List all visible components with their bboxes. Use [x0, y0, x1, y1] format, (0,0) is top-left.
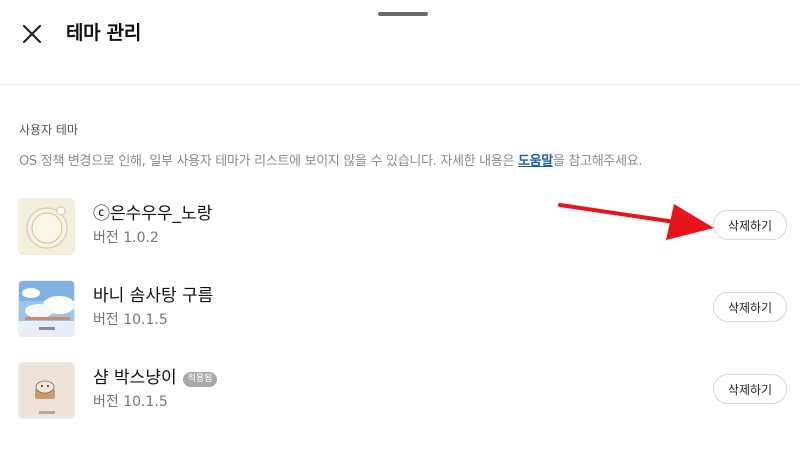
theme-thumbnail	[18, 280, 75, 337]
delete-theme-button[interactable]: 삭제하기	[713, 374, 787, 404]
notice-text-after: 을 참고해주세요.	[552, 154, 643, 169]
delete-theme-button[interactable]: 삭제하기	[713, 210, 787, 240]
sky-cloud-thumbnail	[19, 281, 74, 336]
cat-box-thumbnail	[19, 363, 74, 418]
notice-text-before: OS 정책 변경으로 인해, 일부 사용자 테마가 리스트에 보이지 않을 수 …	[19, 154, 518, 169]
theme-thumbnail	[18, 198, 75, 255]
section-label: 사용자 테마	[19, 123, 79, 137]
close-icon	[22, 24, 42, 44]
theme-name: 샴 박스냥이 적용됨	[93, 367, 218, 389]
theme-name: ⓒ은수우우_노랑	[93, 203, 212, 225]
annotation-arrow-icon	[558, 203, 714, 240]
help-link[interactable]: 도움말	[518, 154, 553, 169]
theme-version: 버전 10.1.5	[93, 312, 168, 328]
theme-row: 샴 박스냥이 적용됨 버전 10.1.5 삭제하기	[0, 362, 800, 424]
theme-name-text: 바니 솜사탕 구름	[93, 286, 214, 306]
delete-theme-button[interactable]: 삭제하기	[713, 292, 787, 322]
theme-name-text: ⓒ은수우우_노랑	[93, 204, 213, 224]
theme-name-text: 샴 박스냥이	[93, 368, 177, 388]
os-policy-notice: OS 정책 변경으로 인해, 일부 사용자 테마가 리스트에 보이지 않을 수 …	[19, 150, 643, 169]
theme-version: 버전 1.0.2	[93, 230, 159, 246]
yellow-bubble-thumbnail	[19, 199, 74, 254]
applied-badge: 적용됨	[182, 372, 218, 387]
theme-thumbnail	[18, 362, 75, 419]
header: 테마 관리	[0, 0, 800, 85]
page-title: 테마 관리	[66, 22, 142, 44]
close-button[interactable]	[18, 20, 46, 48]
theme-row: 바니 솜사탕 구름 버전 10.1.5 삭제하기	[0, 280, 800, 342]
theme-version: 버전 10.1.5	[93, 394, 168, 410]
theme-name: 바니 솜사탕 구름	[93, 285, 213, 307]
